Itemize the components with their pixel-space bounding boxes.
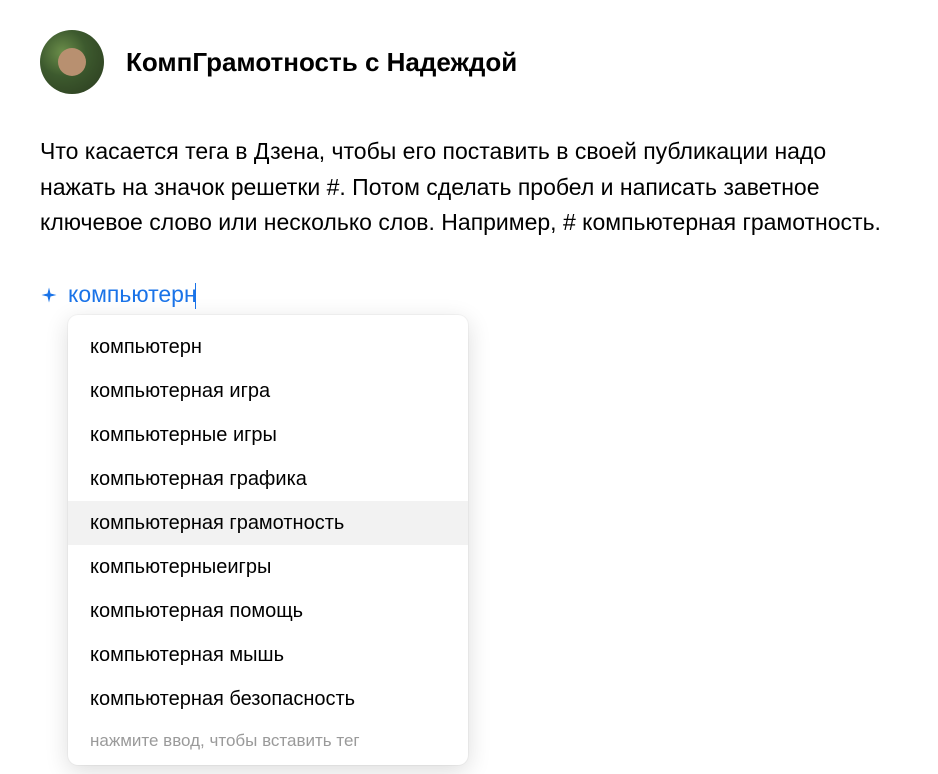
post-body: Что касается тега в Дзена, чтобы его пос…: [40, 134, 898, 241]
author-name[interactable]: КомпГрамотность с Надеждой: [126, 47, 517, 78]
tag-input-row: компьютерн: [40, 281, 898, 309]
suggestion-item[interactable]: компьютерныеигры: [68, 545, 468, 589]
suggestion-item[interactable]: компьютерные игры: [68, 413, 468, 457]
suggestion-item[interactable]: компьютерная помощь: [68, 589, 468, 633]
avatar[interactable]: [40, 30, 104, 94]
suggestion-item[interactable]: компьютерная безопасность: [68, 677, 468, 721]
sparkle-icon: [40, 286, 58, 304]
tag-suggestions-dropdown: компьютерн компьютерная игра компьютерны…: [68, 315, 468, 765]
suggestion-item[interactable]: компьютерная графика: [68, 457, 468, 501]
dropdown-hint: нажмите ввод, чтобы вставить тег: [68, 721, 468, 757]
tag-input[interactable]: компьютерн: [68, 281, 197, 309]
text-caret: [195, 283, 196, 309]
suggestion-item[interactable]: компьютерная игра: [68, 369, 468, 413]
suggestion-item[interactable]: компьютерная мышь: [68, 633, 468, 677]
suggestion-item[interactable]: компьютерная грамотность: [68, 501, 468, 545]
suggestion-item[interactable]: компьютерн: [68, 325, 468, 369]
post-header: КомпГрамотность с Надеждой: [40, 30, 898, 94]
